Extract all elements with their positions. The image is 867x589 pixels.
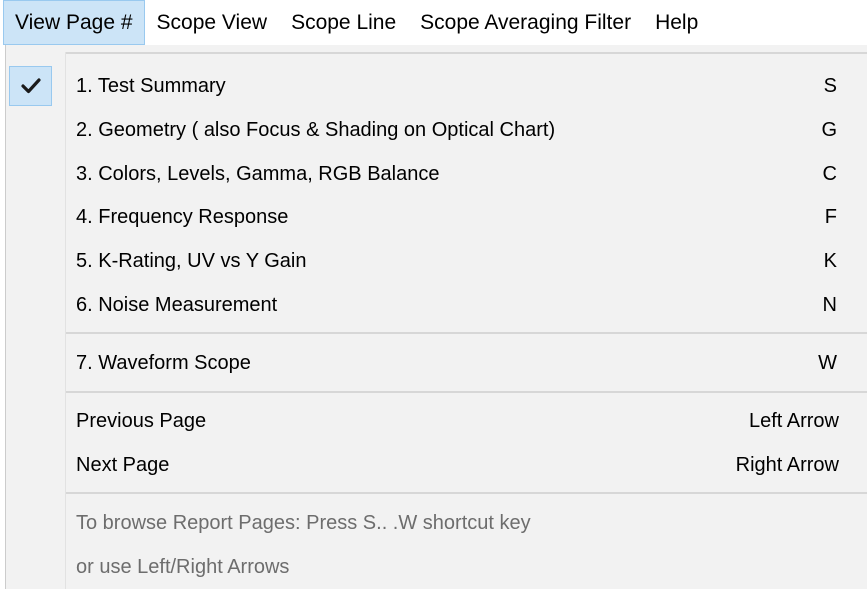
menu-item-shortcut: W xyxy=(818,352,837,374)
menu-item-frequency-response[interactable]: 4. Frequency Response F xyxy=(6,195,867,239)
menu-item-label: 6. Noise Measurement xyxy=(76,294,278,316)
dropdown-top-border xyxy=(66,52,867,54)
menu-item-waveform-scope[interactable]: 7. Waveform Scope W xyxy=(6,341,867,385)
menu-item-shortcut: F xyxy=(824,206,837,228)
menu-item-shortcut: S xyxy=(823,75,837,97)
menu-item-noise-measurement[interactable]: 6. Noise Measurement N xyxy=(6,283,867,327)
menu-item-geometry[interactable]: 2. Geometry ( also Focus & Shading on Op… xyxy=(6,108,867,152)
menu-item-shortcut: Right Arrow xyxy=(735,454,839,476)
menu-item-test-summary[interactable]: 1. Test Summary S xyxy=(6,64,867,108)
menu-item-shortcut: K xyxy=(823,250,837,272)
menu-separator xyxy=(66,332,867,334)
menu-item-shortcut: G xyxy=(821,119,837,141)
menu-view-page[interactable]: View Page # xyxy=(3,0,145,45)
menu-item-label: Previous Page xyxy=(76,410,207,432)
menu-item-label: Next Page xyxy=(76,454,170,476)
menu-item-label: 4. Frequency Response xyxy=(76,206,289,228)
menu-bar: View Page # Scope View Scope Line Scope … xyxy=(0,0,867,45)
menu-item-colors[interactable]: 3. Colors, Levels, Gamma, RGB Balance C xyxy=(6,152,867,196)
menu-item-k-rating[interactable]: 5. K-Rating, UV vs Y Gain K xyxy=(6,239,867,283)
menu-item-next-page[interactable]: Next Page Right Arrow xyxy=(6,443,867,487)
menu-scope-view[interactable]: Scope View xyxy=(145,0,280,45)
menu-item-shortcut: Left Arrow xyxy=(748,410,839,432)
view-page-dropdown: 1. Test Summary S 2. Geometry ( also Foc… xyxy=(5,45,867,589)
menu-item-shortcut: N xyxy=(822,294,837,316)
menu-item-label: 1. Test Summary xyxy=(76,75,226,97)
menu-item-shortcut: C xyxy=(822,163,837,185)
menu-separator xyxy=(66,492,867,494)
menu-item-previous-page[interactable]: Previous Page Left Arrow xyxy=(6,399,867,443)
menu-help[interactable]: Help xyxy=(643,0,710,45)
menu-item-label: 2. Geometry ( also Focus & Shading on Op… xyxy=(76,119,556,141)
hint-text-line-1: To browse Report Pages: Press S.. .W sho… xyxy=(76,512,531,534)
menu-separator xyxy=(66,391,867,393)
menu-item-label: 7. Waveform Scope xyxy=(76,352,251,374)
hint-text-line-2: or use Left/Right Arrows xyxy=(76,556,290,578)
menu-scope-averaging-filter[interactable]: Scope Averaging Filter xyxy=(408,0,643,45)
menu-item-label: 3. Colors, Levels, Gamma, RGB Balance xyxy=(76,163,440,185)
menu-scope-line[interactable]: Scope Line xyxy=(279,0,408,45)
menu-item-label: 5. K-Rating, UV vs Y Gain xyxy=(76,250,307,272)
